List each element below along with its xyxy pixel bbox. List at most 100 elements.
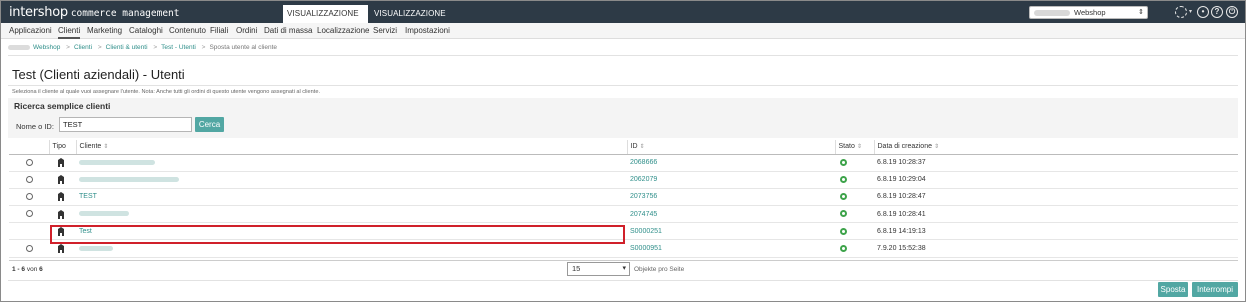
nav-item-localizzazione[interactable]: Localizzazione [317, 23, 369, 39]
nav-item-impostazioni[interactable]: Impostazioni [405, 23, 450, 39]
row-status-cell [835, 171, 874, 189]
row-status-cell [835, 154, 874, 172]
header-select [9, 140, 50, 155]
per-page-value: 15 [572, 264, 581, 273]
row-status-cell [835, 188, 874, 207]
header-created[interactable]: Data di creazione ⇕ [874, 140, 1238, 155]
building-icon [58, 175, 64, 185]
search-panel: Ricerca semplice clienti Nome o ID: Cerc… [8, 98, 1238, 138]
brand-main: intershop [9, 5, 68, 20]
nav-item-ordini[interactable]: Ordini [236, 23, 257, 39]
pagination-of: von [26, 266, 38, 273]
breadcrumb: Webshop > Clienti > Clienti & utenti > Test… [8, 43, 277, 53]
breadcrumb-clienti[interactable]: Clienti [74, 44, 92, 51]
row-created-cell: 6.8.19 14:19:13 [874, 222, 1238, 241]
nav-item-dati-di-massa[interactable]: Dati di massa [264, 23, 312, 39]
tab-design-view[interactable]: VISUALIZZAZIONE DESIGN [370, 5, 466, 36]
per-page-label: Objekte pro Seite [634, 266, 685, 273]
row-id-cell[interactable]: S0000951 [627, 239, 835, 258]
search-button[interactable]: Cerca [195, 117, 224, 132]
page-description: Seleziona il cliente al quale vuoi asseg… [12, 89, 320, 95]
row-id-cell[interactable]: 2068666 [627, 154, 835, 172]
status-active-icon [840, 244, 847, 252]
row-select-cell [9, 222, 49, 241]
dashboard-icon[interactable] [1175, 6, 1187, 18]
power-icon[interactable]: ⏻ [1226, 6, 1238, 18]
nav-item-servizi[interactable]: Servizi [373, 23, 397, 39]
building-icon [58, 209, 64, 219]
row-customer-cell[interactable] [76, 171, 627, 189]
table-header-row: Tipo Cliente ⇕ ID ⇕ Stato ⇕ Data di creazio… [9, 140, 1238, 155]
abort-button[interactable]: Interrompi [1192, 282, 1238, 297]
nav-item-filiali[interactable]: Filiali [210, 23, 228, 39]
chevron-down-icon: ▾ [622, 265, 626, 272]
row-id-cell[interactable]: 2073756 [627, 188, 835, 207]
row-select-cell [9, 239, 49, 258]
row-id-cell[interactable]: 2074745 [627, 205, 835, 224]
breadcrumb-current: Sposta utente al cliente [209, 44, 278, 51]
row-customer-cell[interactable] [76, 154, 627, 172]
user-icon[interactable]: • [1197, 6, 1209, 18]
nav-item-clienti[interactable]: Clienti [58, 23, 81, 39]
tab-data-view[interactable]: VISUALIZZAZIONE DATI [283, 5, 368, 36]
table-row[interactable]: 2062079 6.8.19 10:29:04 [9, 171, 1238, 189]
row-customer-cell[interactable]: TEST [76, 188, 627, 207]
blurred-customer-name [79, 245, 113, 251]
blurred-org-name [8, 44, 30, 50]
row-select-cell [9, 205, 49, 224]
nav-item-contenuto[interactable]: Contenuto [169, 23, 206, 39]
header-status[interactable]: Stato ⇕ [835, 140, 875, 155]
row-id-cell[interactable]: 2062079 [627, 171, 835, 189]
table-row[interactable]: TEST 2073756 6.8.19 10:28:47 [9, 188, 1238, 207]
search-input[interactable] [59, 117, 192, 132]
pagination-range: 1 - 6 [12, 266, 26, 273]
row-select-cell [9, 154, 49, 172]
move-button[interactable]: Sposta [1158, 282, 1188, 297]
row-radio[interactable] [25, 193, 33, 201]
row-customer-cell[interactable] [76, 205, 627, 224]
sort-icon[interactable]: ⇕ [857, 144, 862, 150]
sort-icon[interactable]: ⇕ [103, 144, 108, 150]
site-selector[interactable]: Webshop ⇕ [1029, 6, 1148, 19]
status-active-icon [840, 158, 847, 166]
sort-icon[interactable]: ⇕ [640, 144, 645, 150]
row-radio[interactable] [25, 158, 33, 166]
brand-sub: commerce management [70, 8, 180, 19]
nav-item-cataloghi[interactable]: Cataloghi [129, 23, 163, 39]
main-nav: Applicazioni Clienti Marketing Cataloghi… [1, 23, 1245, 39]
brand-logo[interactable]: intershop commerce management [9, 4, 179, 22]
row-radio[interactable] [25, 176, 33, 184]
status-active-icon [840, 193, 847, 201]
nav-item-applicazioni[interactable]: Applicazioni [9, 23, 52, 39]
row-radio[interactable] [25, 210, 33, 218]
row-type-cell [49, 171, 76, 189]
header-customer[interactable]: Cliente ⇕ [76, 140, 628, 155]
row-id-cell[interactable]: S0000251 [627, 222, 835, 241]
breadcrumb-clienti-utenti[interactable]: Clienti & utenti [106, 44, 148, 51]
row-type-cell [49, 205, 76, 224]
breadcrumb-webshop[interactable]: Webshop [33, 44, 60, 51]
header-id[interactable]: ID ⇕ [627, 140, 836, 155]
per-page-select[interactable]: 15 ▾ [567, 262, 630, 276]
nav-item-marketing[interactable]: Marketing [87, 23, 122, 39]
row-select-cell [9, 188, 49, 207]
header-id-label: ID [630, 143, 638, 151]
row-customer-name: TEST [79, 193, 97, 201]
header-type[interactable]: Tipo [49, 140, 77, 155]
table-row[interactable]: 2068666 6.8.19 10:28:37 [9, 154, 1238, 172]
chevron-down-icon[interactable]: ▾ [1189, 8, 1192, 15]
search-title: Ricerca semplice clienti [14, 101, 111, 111]
header-status-label: Stato [838, 143, 855, 151]
sort-icon[interactable]: ⇕ [934, 144, 939, 150]
row-status-cell [835, 222, 874, 241]
header-type-label: Tipo [52, 143, 66, 151]
row-created-cell: 6.8.19 10:28:41 [874, 205, 1238, 224]
help-icon[interactable]: ? [1211, 6, 1223, 18]
header-customer-label: Cliente [79, 143, 102, 151]
breadcrumb-separator: > [97, 44, 102, 51]
table-row[interactable]: 2074745 6.8.19 10:28:41 [9, 205, 1238, 224]
row-select-cell [9, 171, 49, 189]
row-radio[interactable] [25, 244, 33, 252]
breadcrumb-test-utenti[interactable]: Test - Utenti [161, 44, 196, 51]
breadcrumb-separator: > [66, 44, 70, 51]
